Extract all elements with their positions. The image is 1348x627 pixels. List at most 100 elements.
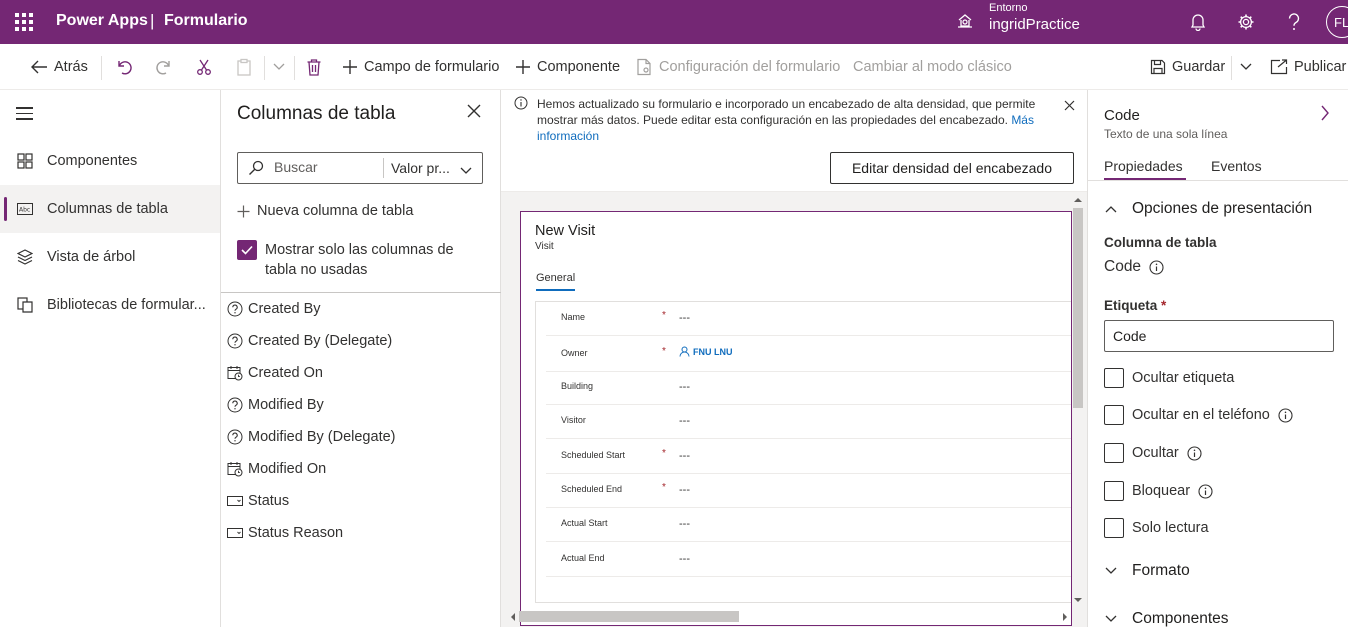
form-field-row[interactable]: Name * --- xyxy=(546,302,1071,336)
display-options-section-header[interactable]: Opciones de presentación xyxy=(1104,200,1312,218)
hamburger-menu-icon[interactable] xyxy=(16,107,33,124)
form-canvas: Hemos actualizado su formulario e incorp… xyxy=(501,90,1087,627)
add-form-field-button[interactable]: Campo de formulario xyxy=(342,56,499,78)
show-unused-checkbox[interactable]: Mostrar solo las columnas de tabla no us… xyxy=(237,240,487,280)
nav-item-components[interactable]: Componentes xyxy=(0,137,220,185)
chevron-right-icon[interactable] xyxy=(1320,105,1330,124)
checkbox[interactable] xyxy=(1104,518,1124,538)
lookup-icon xyxy=(227,429,243,445)
form-field-row[interactable]: Scheduled Start * --- xyxy=(546,440,1071,474)
form-preview[interactable]: New Visit Visit General Name * --- Owner * FN… xyxy=(520,211,1072,626)
column-list-item[interactable]: Modified By (Delegate) xyxy=(227,426,396,448)
form-section[interactable]: Name * --- Owner * FNU LNU Building --- Visitor -… xyxy=(535,301,1071,603)
switch-to-classic-button[interactable]: Cambiar al modo clásico xyxy=(853,56,1012,78)
checkbox[interactable] xyxy=(1104,368,1124,388)
property-checkbox[interactable]: Ocultar xyxy=(1104,443,1202,463)
property-checkbox[interactable]: Bloquear xyxy=(1104,481,1213,501)
notifications-icon[interactable] xyxy=(1187,11,1209,33)
column-label: Modified By (Delegate) xyxy=(248,429,396,445)
column-list-item[interactable]: Modified By xyxy=(227,394,324,416)
owner-lookup-value[interactable]: FNU LNU xyxy=(679,346,733,357)
form-field-row[interactable]: Actual Start --- xyxy=(546,508,1071,542)
required-asterisk: * xyxy=(662,346,666,357)
app-launcher-icon[interactable] xyxy=(14,12,34,32)
column-list-item[interactable]: Created By (Delegate) xyxy=(227,330,392,352)
info-icon[interactable] xyxy=(1198,483,1213,499)
form-settings-label: Configuración del formulario xyxy=(659,59,841,75)
section-label: Componentes xyxy=(1132,610,1229,627)
cut-button[interactable] xyxy=(195,56,213,78)
save-options-dropdown[interactable] xyxy=(1239,56,1253,78)
add-component-button[interactable]: Componente xyxy=(515,56,620,78)
nav-item-tree-view[interactable]: Vista de árbol xyxy=(0,233,220,281)
checkbox[interactable] xyxy=(1104,481,1124,501)
tab-general[interactable]: General xyxy=(536,272,575,284)
scrollbar-thumb[interactable] xyxy=(1073,208,1083,408)
column-label: Status xyxy=(248,493,290,509)
components-section-header[interactable]: Componentes xyxy=(1104,610,1229,627)
checkbox[interactable] xyxy=(1104,405,1124,425)
form-field-row[interactable]: Actual End --- xyxy=(546,543,1071,577)
info-icon[interactable] xyxy=(1149,259,1164,275)
checkbox[interactable] xyxy=(1104,443,1124,463)
delete-button[interactable] xyxy=(306,56,322,78)
settings-gear-icon[interactable] xyxy=(1235,11,1257,33)
divider xyxy=(1231,56,1232,80)
form-field-row[interactable]: Visitor --- xyxy=(546,405,1071,439)
column-list-item[interactable]: Created On xyxy=(227,362,323,384)
app-name[interactable]: Power Apps xyxy=(56,12,148,30)
nav-item-label: Vista de árbol xyxy=(47,249,136,265)
environment-icon[interactable] xyxy=(956,12,974,30)
command-bar: Atrás Campo de formulario Componente Con… xyxy=(0,44,1348,90)
close-icon[interactable] xyxy=(1064,98,1075,111)
back-button[interactable]: Atrás xyxy=(30,56,88,78)
info-icon[interactable] xyxy=(1187,445,1202,461)
form-field-row[interactable]: Owner * FNU LNU xyxy=(546,338,1071,372)
form-field-row[interactable]: Scheduled End * --- xyxy=(546,474,1071,508)
nav-item-table-columns[interactable]: Abc Columnas de tabla xyxy=(0,185,220,233)
new-table-column-button[interactable]: Nueva columna de tabla xyxy=(237,203,413,219)
tab-properties[interactable]: Propiedades xyxy=(1104,158,1183,174)
info-icon[interactable] xyxy=(1278,407,1293,423)
sort-dropdown[interactable]: Valor pr... xyxy=(391,160,450,176)
column-label: Status Reason xyxy=(248,525,344,541)
table-columns-panel: Columnas de tabla Valor pr... Nueva colu… xyxy=(221,90,501,627)
tab-events[interactable]: Eventos xyxy=(1211,158,1262,174)
search-input[interactable] xyxy=(274,159,379,175)
close-icon[interactable] xyxy=(467,104,483,120)
property-checkbox[interactable]: Ocultar etiqueta xyxy=(1104,368,1234,388)
field-label: Name xyxy=(561,312,586,322)
help-icon[interactable] xyxy=(1283,11,1305,33)
environment-name[interactable]: ingridPractice xyxy=(989,16,1080,33)
label-input[interactable] xyxy=(1104,320,1334,352)
paste-options-dropdown[interactable] xyxy=(272,56,286,78)
horizontal-scrollbar[interactable] xyxy=(509,610,1069,622)
page-name: Formulario xyxy=(164,12,248,29)
required-asterisk: * xyxy=(662,310,666,321)
label-field-label: Etiqueta * xyxy=(1104,298,1166,313)
property-checkbox[interactable]: Solo lectura xyxy=(1104,518,1209,538)
form-field-row[interactable]: Building --- xyxy=(546,371,1071,405)
required-asterisk: * xyxy=(662,448,666,459)
form-settings-button[interactable]: Configuración del formulario xyxy=(636,56,840,78)
user-avatar[interactable]: FL xyxy=(1326,6,1348,38)
column-list-item[interactable]: Status xyxy=(227,490,289,512)
undo-button[interactable] xyxy=(115,56,133,78)
save-icon xyxy=(1150,59,1166,75)
checkmark-icon[interactable] xyxy=(237,240,257,260)
publish-button[interactable]: Publicar xyxy=(1270,56,1346,78)
paste-button[interactable] xyxy=(235,56,253,78)
chevron-down-icon[interactable] xyxy=(459,163,473,179)
scrollbar-thumb[interactable] xyxy=(519,611,739,622)
format-section-header[interactable]: Formato xyxy=(1104,562,1190,580)
column-list-item[interactable]: Created By xyxy=(227,298,321,320)
field-label: Building xyxy=(561,381,594,391)
redo-button[interactable] xyxy=(155,56,173,78)
nav-item-form-libraries[interactable]: Bibliotecas de formular... xyxy=(0,281,220,329)
edit-header-density-button[interactable]: Editar densidad del encabezado xyxy=(830,152,1074,184)
column-list-item[interactable]: Modified On xyxy=(227,458,326,480)
property-checkbox[interactable]: Ocultar en el teléfono xyxy=(1104,405,1293,425)
save-button[interactable]: Guardar xyxy=(1150,56,1225,78)
vertical-scrollbar[interactable] xyxy=(1071,196,1083,606)
column-list-item[interactable]: Status Reason xyxy=(227,522,343,544)
